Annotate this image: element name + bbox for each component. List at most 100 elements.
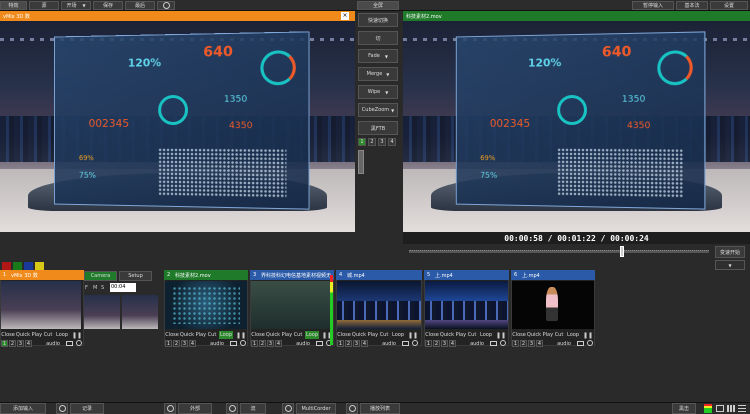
overlay-number-3[interactable]: 3 [528, 340, 535, 347]
overlay-number-4[interactable]: 4 [275, 340, 282, 347]
overlay-number-1[interactable]: 1 [251, 340, 258, 347]
input-thumbnail[interactable] [1, 281, 81, 329]
overlay-number-1[interactable]: 1 [165, 340, 172, 347]
list-icon[interactable] [738, 405, 746, 412]
layout-icon[interactable] [716, 405, 724, 412]
pause-icon[interactable]: ❚❚ [236, 332, 246, 339]
overlay-number-4[interactable]: 4 [25, 340, 32, 347]
close-button[interactable]: Close [251, 331, 265, 339]
overlay-number-2[interactable]: 2 [9, 340, 16, 347]
loop-button[interactable]: Loop [479, 331, 493, 339]
playlist-settings-button[interactable] [346, 403, 358, 414]
tab-effects[interactable]: 特效 [0, 1, 27, 10]
overlay-number-2[interactable]: 2 [433, 340, 440, 347]
gear-icon[interactable] [76, 340, 82, 346]
monitor-icon[interactable] [230, 341, 237, 346]
seek-handle[interactable] [620, 246, 624, 257]
audio-button[interactable]: audio [555, 340, 573, 347]
audio-button[interactable]: audio [44, 340, 62, 347]
loop-button[interactable]: Loop [391, 331, 405, 339]
overlay-number-4[interactable]: 4 [536, 340, 543, 347]
preview-close-icon[interactable]: × [341, 12, 349, 20]
quick-switch-button[interactable]: 快速切换 [358, 13, 398, 27]
input-thumbnail[interactable] [337, 281, 421, 329]
input-thumbnail[interactable] [512, 281, 594, 329]
overlay-number-4[interactable]: 4 [361, 340, 368, 347]
monitor-icon[interactable] [316, 341, 323, 346]
input-header[interactable]: 2 科技素材2.mov [164, 270, 248, 280]
quick-play-button[interactable]: Quick Play [440, 331, 466, 339]
loop-button[interactable]: Loop [305, 331, 319, 339]
quick-play-button[interactable]: Quick Play [16, 331, 42, 339]
gear-icon[interactable] [412, 340, 418, 346]
input-header[interactable]: 5 上.mp4 [424, 270, 509, 280]
quick-play-button[interactable]: Quick Play [266, 331, 292, 339]
monitor-icon[interactable] [66, 341, 73, 346]
pause-icon[interactable]: ❚❚ [72, 332, 82, 339]
playlist-button[interactable]: 播放列表 [360, 403, 400, 414]
overlay-number-4[interactable]: 4 [189, 340, 196, 347]
close-button[interactable]: Close [425, 331, 439, 339]
pause-input-button[interactable]: 暂停输入 [632, 1, 674, 10]
input-header[interactable]: 3 界科技科幻电信基地素材视频无 [250, 270, 334, 280]
record-settings-button[interactable] [164, 403, 176, 414]
overlay-number-3[interactable]: 3 [267, 340, 274, 347]
input-header[interactable]: 6 上.mp4 [511, 270, 595, 280]
overlay-number-1[interactable]: 1 [512, 340, 519, 347]
cut-button[interactable]: Cut [293, 331, 303, 339]
overlay-number-1[interactable]: 1 [1, 340, 8, 347]
loop-button[interactable]: Loop [566, 331, 580, 339]
audio-button[interactable]: audio [468, 340, 486, 347]
input-thumbnail[interactable] [251, 281, 333, 329]
overlay-number-1[interactable]: 1 [337, 340, 344, 347]
refresh-button[interactable] [157, 1, 175, 10]
gear-icon[interactable] [500, 340, 506, 346]
page-1-button[interactable]: 1 [358, 138, 366, 146]
monitor-icon[interactable] [577, 341, 584, 346]
input-header[interactable]: 4 城.mp4 [336, 270, 422, 280]
cut-button[interactable]: 切 [358, 31, 398, 45]
external-button[interactable]: 外部 [178, 403, 212, 414]
cut-button[interactable]: Cut [379, 331, 389, 339]
cut-button[interactable]: Cut [467, 331, 477, 339]
color-swatch-red[interactable] [2, 262, 11, 270]
quick-play-button[interactable]: Quick Play [352, 331, 378, 339]
cut-button[interactable]: Cut [43, 331, 53, 339]
page-4-button[interactable]: 4 [388, 138, 396, 146]
stream-button[interactable]: 流 [240, 403, 266, 414]
close-button[interactable]: Close [1, 331, 15, 339]
stream-settings-button[interactable] [282, 403, 294, 414]
loop-button[interactable]: Loop [219, 331, 233, 339]
overlay-number-3[interactable]: 3 [353, 340, 360, 347]
pause-icon[interactable]: ❚❚ [496, 332, 506, 339]
fullscreen-button[interactable]: 全屏 [357, 1, 399, 10]
overlay-number-3[interactable]: 3 [441, 340, 448, 347]
settings-button[interactable]: 设置 [710, 1, 748, 10]
color-swatch-blue[interactable] [24, 262, 33, 270]
page-2-button[interactable]: 2 [368, 138, 376, 146]
multicorder-button[interactable]: MultiCorder [296, 403, 336, 414]
program-extra-button[interactable]: ▼ [715, 260, 745, 270]
external-settings-button[interactable] [226, 403, 238, 414]
ftb-button[interactable]: 黑FTB [358, 121, 398, 135]
pause-icon[interactable]: ❚❚ [408, 332, 418, 339]
page-3-button[interactable]: 3 [378, 138, 386, 146]
close-button[interactable]: Close [337, 331, 351, 339]
overlay-number-3[interactable]: 3 [17, 340, 24, 347]
record-button[interactable]: 记录 [70, 403, 104, 414]
color-swatch-green[interactable] [13, 262, 22, 270]
audio-button[interactable]: audio [380, 340, 398, 347]
open-button[interactable]: 开场 ▼ [61, 1, 91, 10]
input-thumbnail[interactable] [425, 281, 508, 329]
input-sub-thumbnail[interactable] [122, 295, 158, 329]
monitor-icon[interactable] [402, 341, 409, 346]
merge-button[interactable]: Merge ▼ [358, 67, 398, 81]
quick-play-button[interactable]: Quick Play [527, 331, 553, 339]
gear-icon[interactable] [240, 340, 246, 346]
close-button[interactable]: Close [512, 331, 526, 339]
audio-button[interactable]: audio [208, 340, 226, 347]
source-button[interactable]: 源 [29, 1, 59, 10]
overlay-number-2[interactable]: 2 [520, 340, 527, 347]
basic-button[interactable]: 基本法 [676, 1, 708, 10]
field-value-input[interactable]: 00:04 [110, 283, 136, 292]
